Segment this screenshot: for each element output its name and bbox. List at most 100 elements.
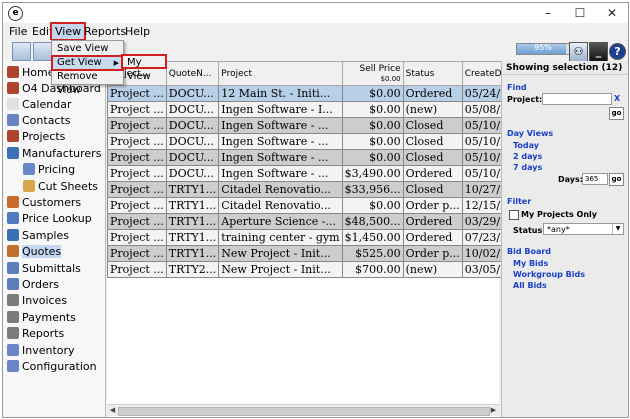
table-cell: New Project - Init... [218, 261, 343, 278]
table-cell: New Project - Init... [218, 245, 343, 262]
sidebar-item-label: Submittals [22, 262, 81, 275]
reports-icon [7, 327, 19, 339]
table-cell: Ordered [402, 85, 463, 102]
sidebar-item-invoices[interactable]: Invoices [7, 293, 67, 309]
workgroup-bids-link[interactable]: Workgroup Bids [513, 270, 585, 279]
minimize-button[interactable]: – [533, 3, 563, 23]
project-search-input[interactable] [542, 93, 612, 105]
sidebar-item-reports[interactable]: Reports [7, 326, 64, 342]
menu-help[interactable]: Help [122, 24, 153, 39]
samples-icon [7, 229, 19, 241]
day-views-heading: Day Views [507, 129, 554, 138]
scroll-right-icon[interactable]: ▶ [488, 405, 499, 416]
column-header[interactable]: Status [402, 61, 463, 86]
table-cell: Closed [402, 117, 463, 134]
table-cell: $0.00 [341, 149, 404, 166]
save-view-item[interactable]: Save View [52, 42, 123, 56]
menu-file[interactable]: File [6, 24, 30, 39]
column-header-label: Project [221, 68, 253, 79]
remove-view-item[interactable]: Remove View [52, 70, 123, 96]
sidebar-item-home[interactable]: Home [7, 65, 54, 81]
table-cell: DOCU... [165, 149, 220, 166]
table-cell: $0.00 [341, 85, 404, 102]
sidebar-item-label: Payments [22, 311, 76, 324]
scroll-thumb[interactable] [118, 407, 490, 416]
sidebar-item-label: Cut Sheets [38, 180, 98, 193]
table-cell: Project ... [107, 85, 167, 102]
all-bids-link[interactable]: All Bids [513, 281, 547, 290]
table-cell: $0.00 [341, 133, 404, 150]
sidebar-item-samples[interactable]: Samples [7, 228, 69, 244]
table-cell: Ordered [402, 229, 463, 246]
project-go-button[interactable]: go [609, 107, 624, 120]
maximize-button[interactable]: ☐ [565, 3, 595, 23]
chevron-right-icon: ▶ [113, 59, 119, 67]
sidebar-item-customers[interactable]: Customers [7, 195, 81, 211]
sidebar-item-payments[interactable]: Payments [7, 310, 76, 326]
table-cell: DOCU... [165, 133, 220, 150]
close-button[interactable]: ✕ [597, 3, 627, 23]
sidebar-item-price-lookup[interactable]: Price Lookup [7, 211, 92, 227]
column-header[interactable]: Sell Price $0.00 [341, 61, 404, 86]
sidebar-item-orders[interactable]: Orders [7, 277, 59, 293]
two-days-link[interactable]: 2 days [513, 152, 542, 161]
view-menu-dropdown: Save View Get View ▶ Remove View [51, 40, 124, 96]
sidebar-item-label: Projects [22, 130, 66, 143]
days-input[interactable]: 365 [582, 173, 608, 185]
sidebar-item-quotes[interactable]: Quotes [7, 244, 62, 260]
clear-project-button[interactable]: X [614, 94, 620, 103]
horizontal-scrollbar[interactable]: ◀ ▶ [107, 404, 499, 416]
table-cell: Ingen Software - ... [218, 149, 343, 166]
toolbar-open-icon[interactable] [33, 42, 52, 61]
sidebar-item-pricing[interactable]: Pricing [23, 162, 75, 178]
table-cell: Project ... [107, 261, 167, 278]
window-icon[interactable]: _ [589, 42, 608, 62]
sidebar-item-contacts[interactable]: Contacts [7, 113, 71, 129]
sidebar-item-configuration[interactable]: Configuration [7, 359, 97, 375]
table-cell: $525.00 [341, 245, 404, 262]
table-cell: Closed [402, 181, 463, 198]
my-bids-link[interactable]: My Bids [513, 259, 548, 268]
app-logo-icon: e [8, 6, 23, 21]
table-cell: (new) [402, 261, 463, 278]
table-cell: Project ... [107, 197, 167, 214]
sidebar-item-label: Orders [22, 278, 59, 291]
calendar-icon [7, 98, 19, 110]
table-cell: Ingen Software - ... [218, 165, 343, 182]
sidebar-item-label: Customers [22, 196, 82, 209]
status-select[interactable]: *any* ▼ [543, 223, 624, 235]
users-icon[interactable]: ⚇ [569, 42, 588, 62]
days-label: Days: [558, 175, 583, 184]
status-select-value: *any* [547, 225, 570, 234]
table-cell: TRTY2... [165, 261, 220, 278]
days-go-button[interactable]: go [609, 173, 624, 186]
pricing-icon [23, 163, 35, 175]
table-cell: DOCU... [165, 85, 220, 102]
home-icon [7, 66, 19, 78]
sidebar-item-projects[interactable]: Projects [7, 129, 65, 145]
help-icon[interactable]: ? [609, 43, 626, 60]
table-cell: TRTY1... [165, 229, 220, 246]
table-cell: TRTY1... [165, 197, 220, 214]
table-cell: Project ... [107, 213, 167, 230]
my-view-item[interactable]: My View [121, 54, 167, 82]
sidebar-item-inventory[interactable]: Inventory [7, 343, 75, 359]
sidebar-item-submittals[interactable]: Submittals [7, 261, 81, 277]
table-cell: $3,490.00 [341, 165, 404, 182]
sidebar-item-manufacturers[interactable]: Manufacturers [7, 146, 101, 162]
table-cell: Project ... [107, 245, 167, 262]
sidebar-item-calendar[interactable]: Calendar [7, 97, 71, 113]
app-window: e – ☐ ✕ File Edit View Reports Help 95% … [2, 2, 629, 418]
column-header[interactable]: QuoteN... [165, 61, 220, 86]
sidebar-item-label: Invoices [22, 294, 68, 307]
column-header[interactable]: Project [218, 61, 343, 86]
menu-view[interactable]: View [49, 22, 87, 41]
seven-days-link[interactable]: 7 days [513, 163, 542, 172]
scroll-left-icon[interactable]: ◀ [107, 405, 118, 416]
table-cell: Closed [402, 133, 463, 150]
get-view-item[interactable]: Get View ▶ [51, 55, 124, 71]
sidebar-item-cut-sheets[interactable]: Cut Sheets [23, 179, 98, 195]
toolbar-new-icon[interactable] [12, 42, 31, 61]
my-projects-checkbox[interactable] [509, 210, 519, 220]
today-link[interactable]: Today [513, 141, 539, 150]
